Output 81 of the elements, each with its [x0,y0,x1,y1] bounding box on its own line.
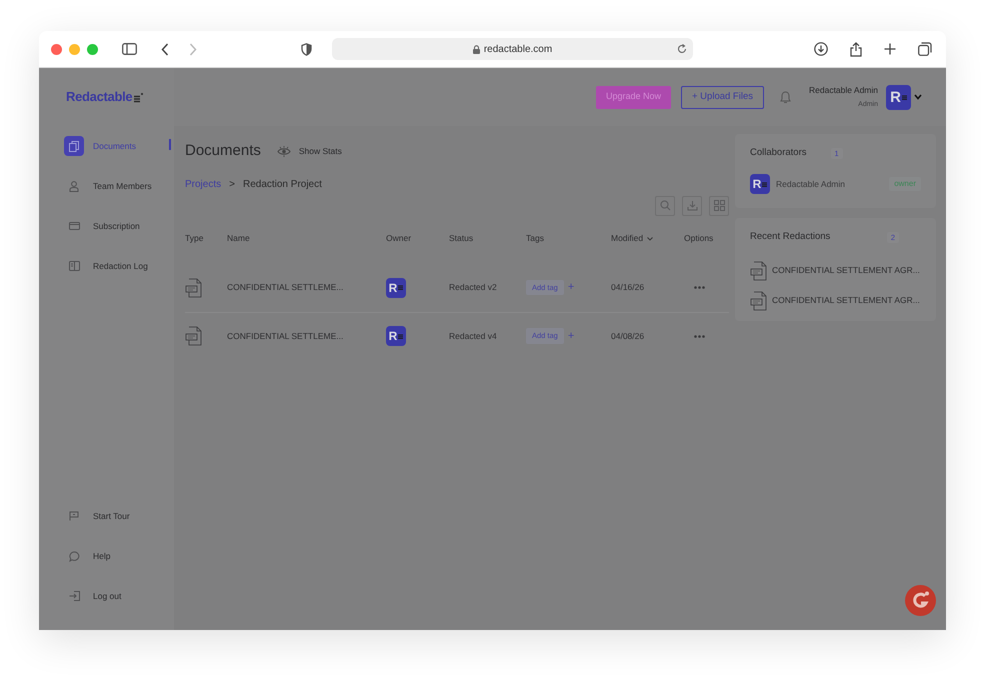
column-header: Status [449,233,474,244]
address-bar[interactable]: redactable.com [332,38,693,60]
card-title: Collaborators [750,146,806,160]
status-text: Redacted v2 [449,282,497,292]
avatar: R [386,326,406,346]
sidebar-item[interactable]: Redaction Log [39,246,174,286]
grid-view-button[interactable] [709,196,729,216]
pdf-file-icon [750,260,768,280]
more-icon[interactable] [694,334,705,338]
column-header: Options [684,233,714,244]
bell-icon[interactable] [780,90,791,104]
forward-icon[interactable] [189,42,197,56]
chevron-down-icon[interactable] [914,94,922,100]
collaborator-name: Redactable Admin [776,178,845,191]
upload-button[interactable]: + Upload Files [681,86,764,108]
date-text: 04/16/26 [611,282,644,292]
sidebar-item[interactable]: Start Tour [39,496,174,536]
back-icon[interactable] [161,42,169,56]
user-name: Redactable Admin [809,84,878,97]
column-header: Type [185,233,204,244]
grid-icon [714,200,724,211]
upgrade-button[interactable]: Upgrade Now [596,86,671,108]
documents-icon [69,140,79,152]
breadcrumb-separator: > [229,178,235,192]
file-name[interactable]: CONFIDENTIAL SETTLEME... [227,282,344,292]
avatar: R [750,174,770,194]
file-name[interactable]: CONFIDENTIAL SETTLEME... [227,330,344,341]
column-header: Name [227,233,250,244]
column-header[interactable]: Modified [611,232,644,245]
sort-caret-icon[interactable] [647,236,654,240]
download-icon [686,200,698,211]
avatar: R [886,84,911,110]
sidebar-toggle-icon[interactable] [122,43,137,55]
window-control-icon[interactable] [51,44,62,54]
recent-file-link[interactable]: CONFIDENTIAL SETTLEMENT AGR... [772,264,920,277]
breadcrumb-current: Redaction Project [242,178,322,192]
avatar: R [386,278,406,298]
shield-icon[interactable] [301,42,312,56]
column-header: Owner [386,233,412,244]
reload-icon[interactable] [677,44,687,54]
download-button[interactable] [682,196,702,216]
sidebar-item[interactable]: Documents [39,126,174,166]
breadcrumb-link[interactable]: Projects [185,176,222,192]
search-icon [660,200,670,211]
pdf-file-icon [185,278,203,298]
add-tag-plus-button[interactable]: + [568,330,574,342]
person-icon [69,180,79,192]
card-icon [68,222,80,230]
sidebar-item[interactable]: Log out [39,576,174,616]
badge-logo-icon[interactable] [905,585,936,616]
status-text: Redacted v4 [449,330,497,341]
eye-icon [276,146,291,157]
tabs-overview-icon[interactable] [918,42,932,56]
chat-icon [68,550,80,562]
show-stats-button[interactable]: Show Stats [276,144,342,158]
page-title: Documents [185,141,261,161]
search-button[interactable] [655,196,675,216]
url-text: redactable.com [484,42,552,56]
sidebar-item[interactable]: Subscription [39,206,174,246]
logout-icon [68,591,80,601]
date-text: 04/08/26 [611,330,644,341]
logo-text[interactable]: Redactable [66,87,132,107]
window-control-icon[interactable] [87,44,98,54]
new-tab-icon[interactable] [884,43,896,55]
pdf-file-icon [185,326,203,346]
pdf-file-icon [750,290,768,310]
sidebar-item[interactable]: Team Members [39,166,174,206]
download-icon[interactable] [814,42,828,56]
recent-file-link[interactable]: CONFIDENTIAL SETTLEMENT AGR... [772,294,920,307]
book-icon [68,261,80,271]
role-tag: owner [889,177,921,192]
lock-icon [472,44,480,54]
flag-icon [69,511,79,521]
more-icon[interactable] [694,286,705,289]
share-icon[interactable] [850,42,862,56]
window-control-icon[interactable] [69,44,80,54]
add-tag-plus-button[interactable]: + [568,282,574,293]
sidebar-item[interactable]: Help [39,536,174,576]
column-header: Tags [526,233,544,244]
logo-mark-icon [133,92,144,102]
card-title: Recent Redactions [750,230,830,244]
